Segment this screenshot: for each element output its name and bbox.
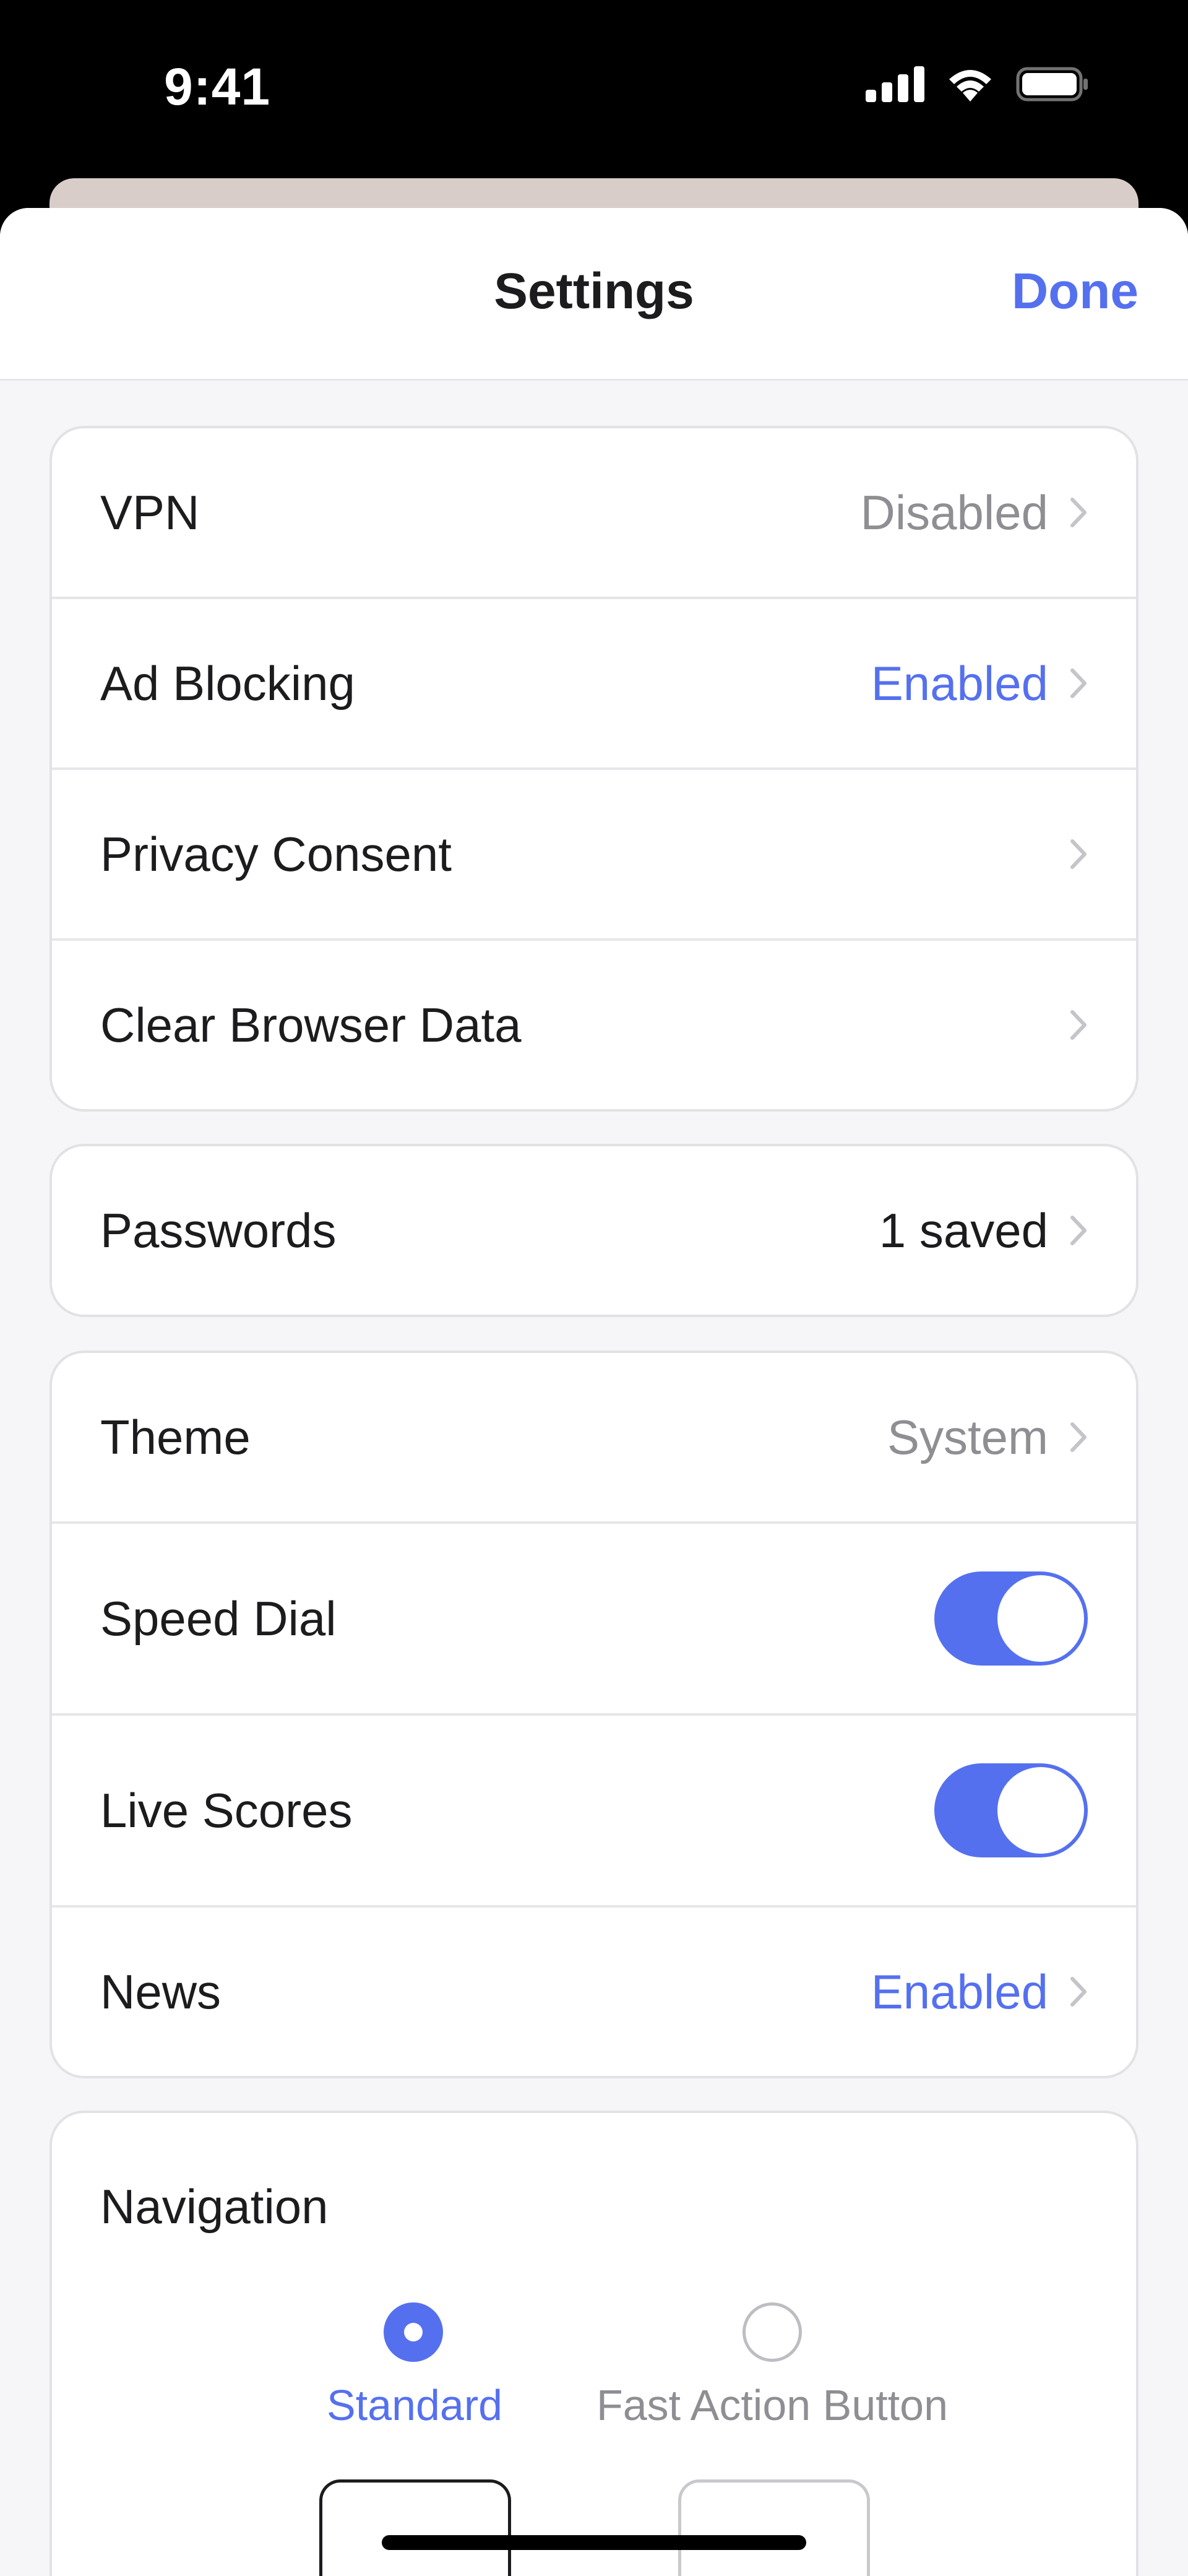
settings-sheet: Settings Done VPN Disabled Ad Blocking E… xyxy=(0,208,1188,2576)
wifi-icon xyxy=(949,70,991,102)
passwords-row[interactable]: Passwords 1 saved xyxy=(52,1146,1136,1315)
privacy-consent-row[interactable]: Privacy Consent xyxy=(52,770,1136,941)
row-value: System xyxy=(887,1409,1048,1464)
standard-label[interactable]: Standard xyxy=(327,2380,502,2430)
battery-icon xyxy=(1016,67,1088,102)
status-bar: 9:41 xyxy=(0,0,1188,179)
status-icons xyxy=(866,66,1089,103)
vpn-row[interactable]: VPN Disabled xyxy=(52,428,1136,599)
appearance-group: Theme System Speed Dial Live Scores News… xyxy=(50,1351,1138,2078)
chevron-right-icon xyxy=(1070,1422,1087,1452)
row-label: Passwords xyxy=(100,1203,337,1258)
navigation-title: Navigation xyxy=(100,2179,329,2234)
ad-blocking-row[interactable]: Ad Blocking Enabled xyxy=(52,599,1136,770)
fast-action-button-label[interactable]: Fast Action Button xyxy=(593,2380,952,2430)
live-scores-row: Live Scores xyxy=(52,1716,1136,1908)
chevron-right-icon xyxy=(1070,839,1087,869)
privacy-settings-group: VPN Disabled Ad Blocking Enabled Privacy… xyxy=(50,426,1138,1112)
row-label: Ad Blocking xyxy=(100,655,355,711)
clear-browser-data-row[interactable]: Clear Browser Data xyxy=(52,941,1136,1109)
speed-dial-toggle[interactable] xyxy=(934,1571,1088,1666)
home-indicator xyxy=(382,2535,806,2550)
row-label: Speed Dial xyxy=(100,1591,337,1646)
chevron-right-icon xyxy=(1070,1216,1087,1245)
news-row[interactable]: News Enabled xyxy=(52,1908,1136,2076)
standard-preview[interactable] xyxy=(319,2479,511,2576)
theme-row[interactable]: Theme System xyxy=(52,1353,1136,1524)
done-button[interactable]: Done xyxy=(1012,262,1138,321)
chevron-right-icon xyxy=(1070,1010,1087,1040)
row-label: Live Scores xyxy=(100,1783,353,1838)
toggle-knob xyxy=(997,1767,1084,1854)
page-title: Settings xyxy=(494,263,694,319)
fast-action-button-preview[interactable] xyxy=(678,2479,870,2576)
row-label: Clear Browser Data xyxy=(100,997,522,1052)
row-label: Theme xyxy=(100,1409,251,1464)
signal-icon xyxy=(866,66,924,102)
navigation-group: Navigation Standard Fast Action Button xyxy=(50,2111,1138,2576)
row-label: Privacy Consent xyxy=(100,826,452,881)
row-value: Enabled xyxy=(871,1964,1048,2019)
row-value: Enabled xyxy=(871,655,1048,711)
row-value: 1 saved xyxy=(879,1203,1048,1258)
row-label: News xyxy=(100,1964,222,2019)
live-scores-toggle[interactable] xyxy=(934,1763,1088,1857)
passwords-group: Passwords 1 saved xyxy=(50,1144,1138,1317)
status-time: 9:41 xyxy=(164,58,271,116)
chevron-right-icon xyxy=(1070,498,1087,527)
chevron-right-icon xyxy=(1070,668,1087,698)
toggle-knob xyxy=(997,1575,1084,1662)
sheet-header: Settings Done xyxy=(0,208,1188,381)
speed-dial-row: Speed Dial xyxy=(52,1524,1136,1716)
standard-radio[interactable] xyxy=(384,2302,443,2362)
chevron-right-icon xyxy=(1070,1977,1087,2007)
row-label: VPN xyxy=(100,485,200,540)
row-value: Disabled xyxy=(860,485,1048,540)
fast-action-button-radio[interactable] xyxy=(742,2302,802,2362)
